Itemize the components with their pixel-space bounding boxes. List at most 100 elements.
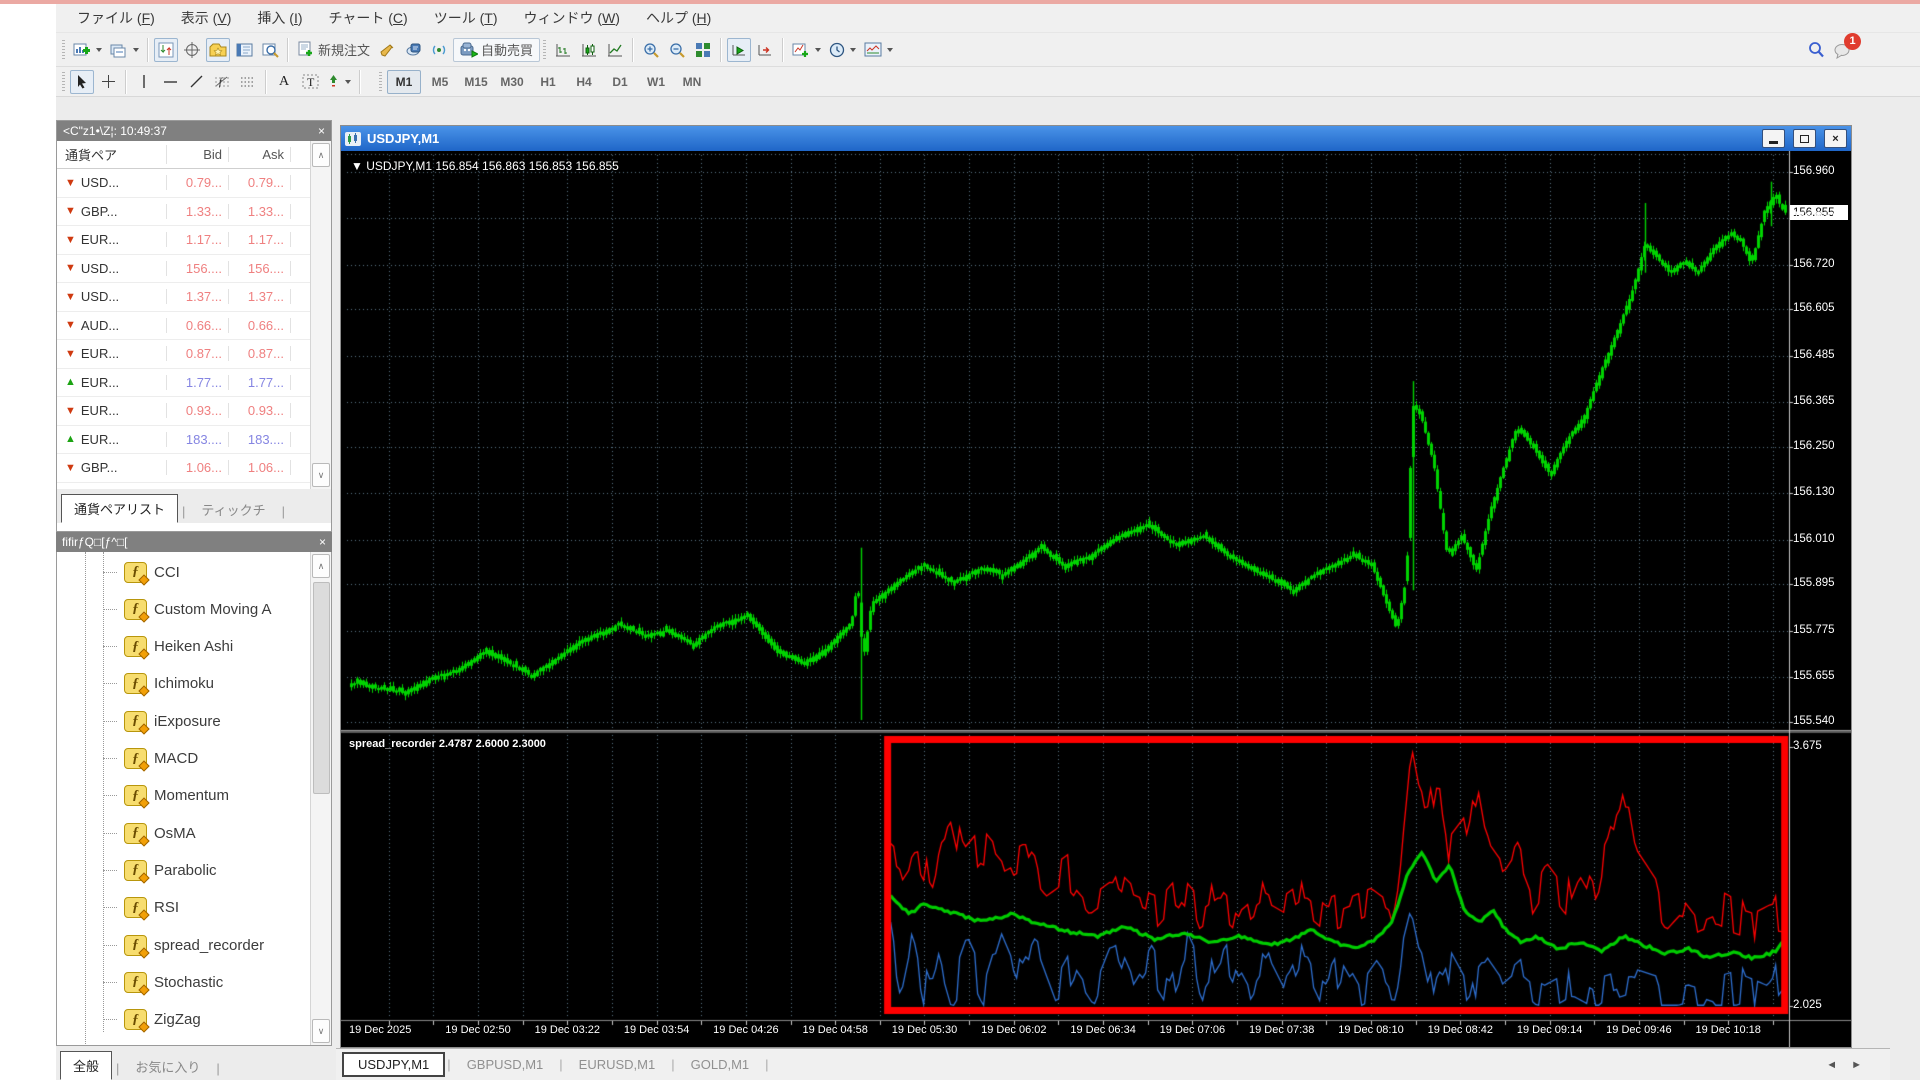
chart-bars-button[interactable] (551, 38, 575, 62)
column-header[interactable]: Ask (229, 147, 291, 162)
navigator-tab-1[interactable]: お気に入り (123, 1053, 212, 1080)
market-watch-row[interactable]: ▲ EUR... 183.... 183.... (57, 426, 331, 454)
tile-windows-button[interactable] (691, 38, 715, 62)
market-watch-scrollbar[interactable]: ∧ ∨ (310, 141, 331, 489)
auto-scroll-toggle[interactable] (727, 37, 752, 62)
indicators-button[interactable] (789, 38, 824, 62)
market-watch-row[interactable]: ▼ EUR... 1.17... 1.17... (57, 226, 331, 255)
navigator-scrollbar[interactable]: ∧ ∨ (310, 552, 331, 1045)
market-watch-row[interactable]: ▼ USD... 156.... 156.... (57, 255, 331, 283)
navigator-item-rsi[interactable]: ƒ RSI (103, 896, 179, 920)
timeframe-button-m15[interactable]: M15 (459, 70, 493, 94)
market-watch-table[interactable]: 通貨ペア Bid Ask ▼ USD... 0.79... 0.79... ▼ GBP... 1.… (57, 141, 331, 489)
cursor-button[interactable] (70, 69, 94, 94)
restore-button[interactable] (1793, 129, 1816, 148)
market-watch-row[interactable]: ▼ GBP... 1.33... 1.33... (57, 198, 331, 226)
toolbar-grip[interactable] (62, 71, 65, 92)
close-button[interactable]: × (1824, 129, 1847, 148)
navigator-item-parabolic[interactable]: ƒ Parabolic (103, 858, 217, 882)
scroll-down-icon[interactable]: ∨ (312, 463, 330, 487)
equidistant-channel-button[interactable] (236, 70, 260, 94)
trendline-button[interactable] (184, 70, 208, 94)
market-watch-tab-1[interactable]: ティックチ (189, 496, 277, 523)
navigator-item-osma[interactable]: ƒ OsMA (103, 821, 196, 845)
toolbar-grip[interactable] (62, 39, 65, 60)
navigator-item-heiken-ashi[interactable]: ƒ Heiken Ashi (103, 635, 233, 659)
close-icon[interactable]: × (318, 125, 325, 137)
navigator-item-cci[interactable]: ƒ CCI (103, 560, 180, 584)
templates-button[interactable] (861, 38, 896, 62)
chart-tab-gold-m1[interactable]: GOLD,M1 (677, 1053, 764, 1076)
toolbar-grip[interactable] (379, 71, 382, 92)
terminal-toggle[interactable] (232, 38, 256, 62)
text-button[interactable]: A (272, 70, 296, 94)
navigator-item-momentum[interactable]: ƒ Momentum (103, 784, 229, 808)
zoom-out-button[interactable] (665, 38, 689, 62)
timeframe-button-h4[interactable]: H4 (567, 70, 601, 94)
scroll-up-icon[interactable]: ∧ (312, 554, 330, 578)
market-watch-row[interactable]: ▼ USD... 1.37... 1.37... (57, 283, 331, 312)
market-watch-row[interactable]: ▼ USD... 0.79... 0.79... (57, 169, 331, 198)
menu-item-h[interactable]: ヘルプ (H) (633, 4, 724, 32)
market-watch-row[interactable]: ▼ EUR... 0.87... 0.87... (57, 340, 331, 369)
text-label-button[interactable]: T (298, 70, 322, 94)
scrollbar-thumb[interactable] (313, 582, 330, 794)
market-watch-titlebar[interactable]: <C"z1•\Z¦: 10:49:37 × (57, 121, 331, 141)
chart-candles-button[interactable] (577, 38, 601, 62)
profiles-button[interactable] (107, 38, 142, 62)
menu-item-f[interactable]: ファイル (F) (64, 4, 168, 32)
menu-item-w[interactable]: ウィンドウ (W) (511, 4, 633, 32)
menu-item-i[interactable]: 挿入 (I) (244, 4, 315, 32)
fibonacci-button[interactable]: f (210, 70, 234, 94)
zoom-in-button[interactable] (639, 38, 663, 62)
menu-item-t[interactable]: ツール (T) (421, 4, 511, 32)
crosshair-button[interactable] (96, 70, 120, 94)
metaeditor-button[interactable] (401, 38, 425, 62)
new-chart-button[interactable] (70, 38, 105, 62)
column-header[interactable]: Bid (167, 147, 229, 162)
chart-tab-eurusd-m1[interactable]: EURUSD,M1 (565, 1053, 670, 1076)
timeframe-button-w1[interactable]: W1 (639, 70, 673, 94)
tabs-scroll-right-icon[interactable]: ► (1851, 1059, 1862, 1071)
timeframe-button-mn[interactable]: MN (675, 70, 709, 94)
notifications-button[interactable]: 1 (1830, 32, 1861, 62)
navigator-item-iexposure[interactable]: ƒ iExposure (103, 709, 221, 733)
chart-line-button[interactable] (603, 38, 627, 62)
data-window-button[interactable] (180, 38, 204, 62)
horizontal-line-button[interactable] (158, 70, 182, 94)
toolbar-grip[interactable] (543, 39, 547, 60)
price-chart-canvas[interactable] (341, 151, 1851, 1047)
navigator-item-stochastic[interactable]: ƒ Stochastic (103, 970, 223, 994)
tabs-scroll-left-icon[interactable]: ◄ (1826, 1059, 1837, 1071)
alerts-button[interactable] (375, 38, 399, 62)
chart-tab-gbpusd-m1[interactable]: GBPUSD,M1 (453, 1053, 558, 1076)
navigator-item-macd[interactable]: ƒ MACD (103, 747, 198, 771)
navigator-tree[interactable]: ƒ CCI ƒ Custom Moving A ƒ Heiken Ashi ƒ Ichimok… (56, 552, 332, 1046)
menu-item-v[interactable]: 表示 (V) (168, 4, 245, 32)
column-header[interactable]: 通貨ペア (57, 145, 167, 164)
signals-button[interactable] (427, 38, 451, 62)
navigator-toggle[interactable] (206, 37, 230, 62)
arrows-button[interactable] (324, 70, 354, 94)
market-watch-tab-0[interactable]: 通貨ペアリスト (61, 494, 179, 523)
market-watch-row[interactable]: ▼ GBP... 1.06... 1.06... (57, 454, 331, 483)
navigator-item-ichimoku[interactable]: ƒ Ichimoku (103, 672, 214, 696)
timeframe-button-m1[interactable]: M1 (387, 69, 421, 94)
chart-tab-usdjpy-m1[interactable]: USDJPY,M1 (342, 1052, 446, 1077)
minimize-button[interactable] (1762, 129, 1785, 148)
timeframe-button-d1[interactable]: D1 (603, 70, 637, 94)
chart-shift-toggle[interactable] (753, 38, 777, 62)
market-watch-row[interactable]: ▼ AUD... 0.66... 0.66... (57, 312, 331, 340)
navigator-item-custom-moving-a[interactable]: ƒ Custom Moving A (103, 597, 272, 621)
timeframe-button-m5[interactable]: M5 (423, 70, 457, 94)
market-watch-toggle[interactable] (154, 37, 178, 62)
market-watch-row[interactable]: ▼ EUR... 0.93... 0.93... (57, 397, 331, 426)
new-order-button[interactable]: 新規注文 (294, 38, 373, 62)
navigator-item-zigzag[interactable]: ƒ ZigZag (103, 1008, 201, 1032)
scroll-down-icon[interactable]: ∨ (312, 1019, 330, 1043)
menu-item-c[interactable]: チャート (C) (316, 4, 421, 32)
navigator-tab-0[interactable]: 全般 (60, 1051, 113, 1080)
market-watch-row[interactable]: ▲ EUR... 1.77... 1.77... (57, 369, 331, 397)
navigator-item-spread-recorder[interactable]: ƒ spread_recorder (103, 933, 264, 957)
close-icon[interactable]: × (319, 536, 326, 548)
